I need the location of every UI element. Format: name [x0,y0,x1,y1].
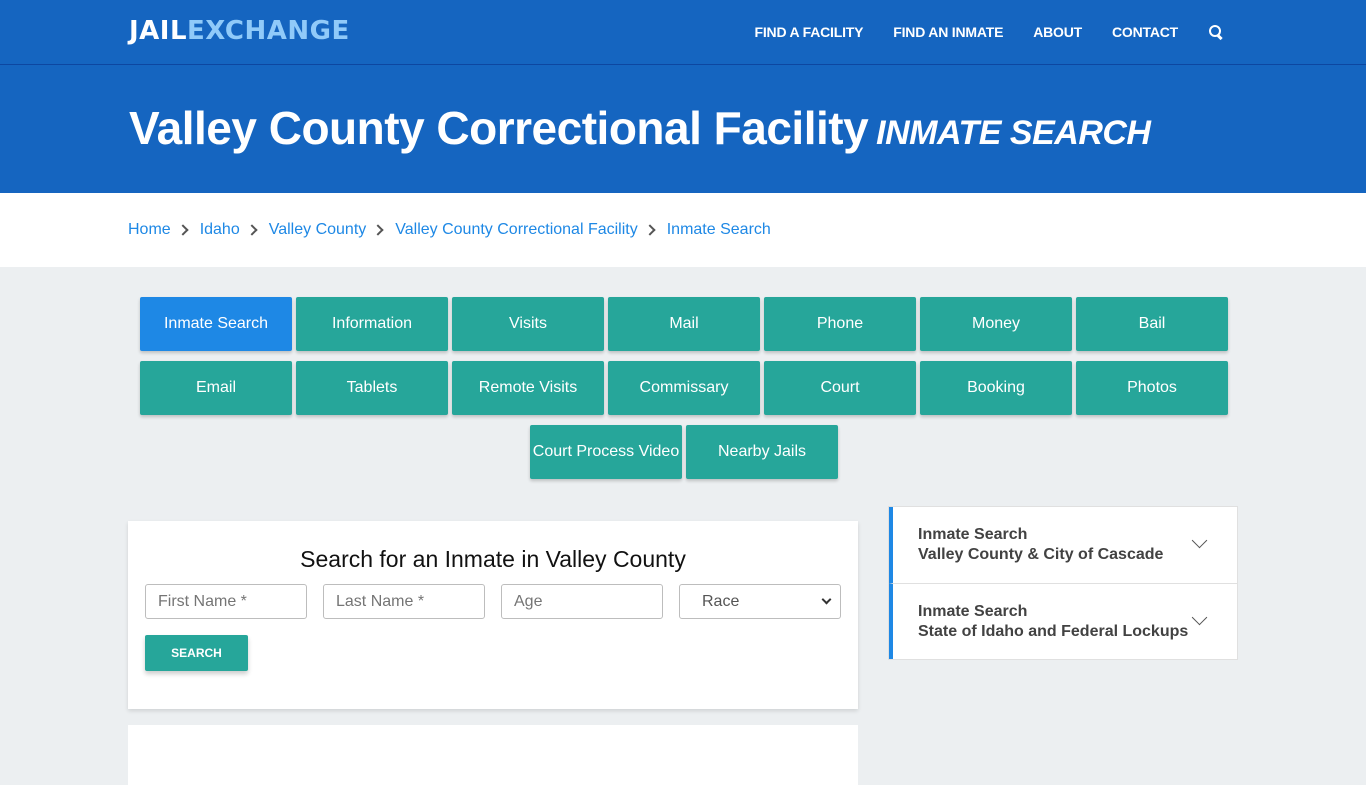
nav-find-facility[interactable]: FIND A FACILITY [755,24,864,40]
nav-find-inmate[interactable]: FIND AN INMATE [893,24,1003,40]
chevron-right-icon [644,224,656,236]
chevron-right-icon [177,224,189,236]
accordion-item-county-search[interactable]: Inmate Search Valley County & City of Ca… [889,507,1237,583]
search-icon[interactable] [1208,24,1224,40]
page-subtitle: INMATE SEARCH [876,114,1151,152]
race-select[interactable]: Race [679,584,841,619]
tab-court[interactable]: Court [764,361,916,415]
accordion-item-state-search[interactable]: Inmate Search State of Idaho and Federal… [889,583,1237,659]
tab-information[interactable]: Information [296,297,448,351]
main-nav: FIND A FACILITY FIND AN INMATE ABOUT CON… [725,0,1224,64]
sidebar-accordion: Inmate Search Valley County & City of Ca… [888,506,1238,660]
search-fields: First Name * Last Name * Age Race [145,584,858,619]
tab-row: Email Tablets Remote Visits Commissary C… [139,361,1229,415]
accordion-title: Inmate Search [918,526,1028,543]
tab-visits[interactable]: Visits [452,297,604,351]
breadcrumb-facility[interactable]: Valley County Correctional Facility [395,221,637,239]
breadcrumb-home[interactable]: Home [128,221,171,239]
tab-bail[interactable]: Bail [1076,297,1228,351]
tab-tablets[interactable]: Tablets [296,361,448,415]
breadcrumb: Home Idaho Valley County Valley County C… [0,193,1366,267]
breadcrumb-current[interactable]: Inmate Search [667,221,771,239]
tab-mail[interactable]: Mail [608,297,760,351]
page-hero: Valley County Correctional Facility INMAT… [0,65,1366,193]
tab-phone[interactable]: Phone [764,297,916,351]
last-name-input[interactable]: Last Name * [323,584,485,619]
facility-tabs: Inmate Search Information Visits Mail Ph… [139,297,1229,489]
tab-court-process-video[interactable]: Court Process Video [530,425,682,479]
tab-photos[interactable]: Photos [1076,361,1228,415]
tab-remote-visits[interactable]: Remote Visits [452,361,604,415]
chevron-right-icon [246,224,258,236]
age-input[interactable]: Age [501,584,663,619]
content-card [128,725,858,785]
tab-commissary[interactable]: Commissary [608,361,760,415]
tab-inmate-search[interactable]: Inmate Search [140,297,292,351]
search-heading: Search for an Inmate in Valley County [300,546,686,572]
nav-about[interactable]: ABOUT [1033,24,1082,40]
tab-booking[interactable]: Booking [920,361,1072,415]
first-name-input[interactable]: First Name * [145,584,307,619]
nav-contact[interactable]: CONTACT [1112,24,1178,40]
tab-email[interactable]: Email [140,361,292,415]
search-button[interactable]: SEARCH [145,635,248,671]
chevron-down-icon [821,594,832,605]
page-title: Valley County Correctional Facility INMAT… [129,101,1151,155]
tab-nearby-jails[interactable]: Nearby Jails [686,425,838,479]
accordion-subtitle: State of Idaho and Federal Lockups [918,623,1189,640]
accordion-subtitle: Valley County & City of Cascade [918,546,1164,563]
tab-row: Inmate Search Information Visits Mail Ph… [139,297,1229,351]
accordion-title: Inmate Search [918,603,1028,620]
logo-exchange: EXCHANGE [187,16,350,46]
breadcrumb-county[interactable]: Valley County [269,221,367,239]
tab-row: Court Process Video Nearby Jails [139,425,1229,479]
chevron-right-icon [372,224,384,236]
top-navbar: JAILEXCHANGE FIND A FACILITY FIND AN INM… [0,0,1366,65]
facility-name: Valley County Correctional Facility [129,102,869,154]
site-logo[interactable]: JAILEXCHANGE [129,16,350,46]
logo-jail: JAIL [129,16,188,46]
race-select-value: Race [702,592,740,610]
inmate-search-card: Search for an Inmate in Valley County Fi… [128,521,858,709]
tab-money[interactable]: Money [920,297,1072,351]
breadcrumb-state[interactable]: Idaho [200,221,240,239]
